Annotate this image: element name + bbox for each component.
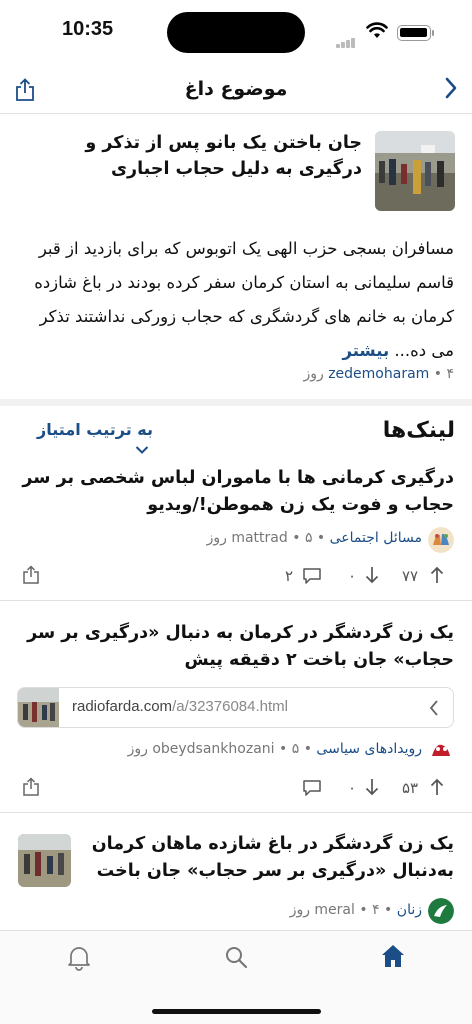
link-path: /a/32376084.html <box>172 698 288 715</box>
chevron-right-icon <box>429 700 438 716</box>
cellular-signal-icon <box>336 29 356 48</box>
downvote-icon[interactable] <box>365 778 379 796</box>
more-link[interactable]: بیشتر <box>342 341 389 360</box>
post-divider <box>0 600 472 601</box>
link-domain: radiofarda.com <box>72 698 173 715</box>
post-user[interactable]: meral <box>314 902 354 918</box>
back-chevron-icon[interactable] <box>444 76 458 100</box>
share-icon[interactable] <box>22 565 40 585</box>
sort-label: به ترتیب امتیاز <box>37 420 153 439</box>
home-indicator <box>152 1009 321 1014</box>
battery-icon <box>397 25 434 41</box>
subreddit-avatar[interactable] <box>428 527 454 553</box>
post-thumbnail[interactable] <box>18 834 71 887</box>
status-time: 10:35 <box>62 18 114 40</box>
comment-icon[interactable] <box>302 567 322 585</box>
sort-dropdown[interactable]: به ترتیب امتیاز <box>18 420 153 458</box>
bell-icon[interactable] <box>67 945 91 971</box>
featured-body-text: مسافران بسجی حزب الهی یک اتوبوس که برای … <box>34 239 454 360</box>
post-title[interactable]: یک زن گردشگر در باغ شازده ماهان کرمان به… <box>86 831 454 885</box>
post-subreddit[interactable]: زنان <box>397 902 422 918</box>
links-section-title: لینک‌ها <box>382 418 455 443</box>
chevron-down-icon <box>135 445 149 454</box>
featured-body: مسافران بسجی حزب الهی یک اتوبوس که برای … <box>18 232 454 368</box>
downvote-icon[interactable] <box>365 566 379 584</box>
comment-icon[interactable] <box>302 779 322 797</box>
post-subreddit[interactable]: رویدادهای سیاسی <box>316 741 422 757</box>
post-meta: مسائل اجتماعی • mattrad • ۵ روز <box>206 530 422 546</box>
featured-user[interactable]: zedemoharam <box>328 366 429 382</box>
downvote-count: ۰ <box>348 779 357 797</box>
featured-meta: zedemoharam • ۴ روز <box>303 366 454 382</box>
downvote-count: ۰ <box>348 567 357 585</box>
comment-count: ۲ <box>285 567 294 585</box>
post-subreddit[interactable]: مسائل اجتماعی <box>330 530 422 546</box>
subreddit-avatar[interactable] <box>428 738 454 764</box>
dynamic-island <box>167 12 305 53</box>
link-thumbnail <box>18 688 59 727</box>
upvote-count: ۷۷ <box>402 567 419 585</box>
upvote-count: ۵۳ <box>402 779 419 797</box>
post-meta: رویدادهای سیاسی • obeydsankhozani • ۵ رو… <box>127 741 422 757</box>
featured-title[interactable]: جان باختن یک بانو پس از تذکر و درگیری به… <box>18 130 362 182</box>
post-meta: زنان • meral • ۴ روز <box>289 902 422 918</box>
home-icon[interactable] <box>380 943 406 969</box>
featured-image[interactable] <box>375 131 455 211</box>
section-divider <box>0 399 472 406</box>
page-title: موضوع داغ <box>184 78 288 100</box>
post-actions: ۷۷ ۰ ۲ <box>0 563 472 591</box>
wifi-icon <box>366 22 388 38</box>
post-user[interactable]: mattrad <box>231 530 287 546</box>
post-divider <box>0 812 472 813</box>
upvote-icon[interactable] <box>430 566 444 584</box>
link-url: radiofarda.com/a/32376084.html <box>72 698 288 715</box>
header-divider <box>0 113 472 114</box>
post-user[interactable]: obeydsankhozani <box>152 741 274 757</box>
subreddit-avatar[interactable] <box>428 898 454 924</box>
link-preview[interactable]: radiofarda.com/a/32376084.html <box>17 687 454 728</box>
post-title[interactable]: درگیری کرمانی ها با ماموران لباس شخصی بر… <box>18 465 454 519</box>
search-icon[interactable] <box>224 945 248 969</box>
share-icon[interactable] <box>22 777 40 797</box>
upvote-icon[interactable] <box>430 778 444 796</box>
post-title[interactable]: یک زن گردشگر در کرمان به دنبال «درگیری ب… <box>18 620 454 674</box>
post-actions: ۵۳ ۰ <box>0 775 472 803</box>
